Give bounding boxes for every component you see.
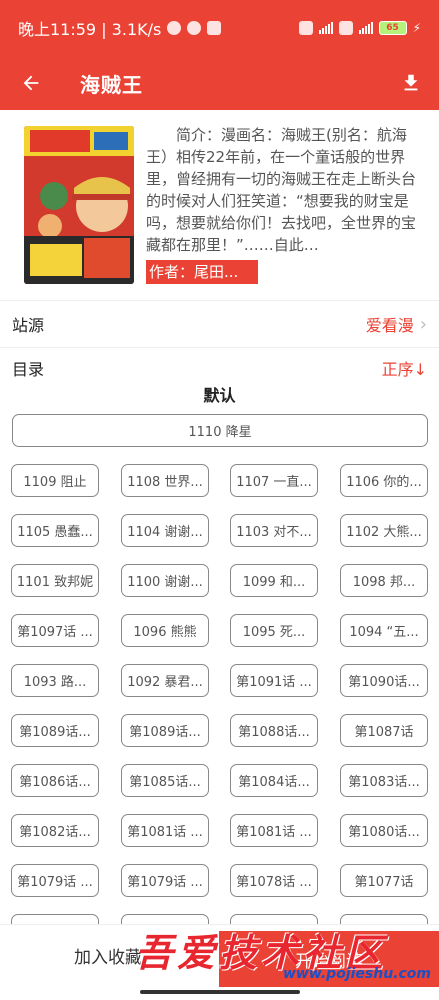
source-label: 站源 xyxy=(12,316,45,335)
bottom-bar: 加入收藏 开始阅读 xyxy=(0,924,439,1000)
source-row[interactable]: 站源 爱看漫 › xyxy=(0,300,439,348)
charging-icon: ⚡ xyxy=(412,21,421,35)
chapter-button[interactable]: 第1087话 xyxy=(340,714,428,747)
status-right: 65 ⚡ xyxy=(298,21,421,35)
chapter-button[interactable]: 1109 阻止 xyxy=(11,464,99,497)
chapter-button[interactable]: 第1091话 ... xyxy=(230,664,318,697)
penguin-icon xyxy=(187,21,202,35)
status-bar: 晚上11:59 | 3.1K/s 65 ⚡ xyxy=(0,0,439,56)
gesture-bar[interactable] xyxy=(140,990,300,994)
status-time: 晚上11:59 | 3.1K/s xyxy=(18,20,162,39)
source-name: 爱看漫 xyxy=(365,316,414,335)
chapter-button[interactable]: 第1081话 ... xyxy=(121,814,209,847)
chapter-button[interactable]: 第1076话 xyxy=(11,914,99,924)
chapter-button[interactable]: 第1079话 ... xyxy=(121,864,209,897)
chapter-button[interactable]: 第1079话 ... xyxy=(11,864,99,897)
chapter-button[interactable]: 第1078话 ... xyxy=(230,864,318,897)
chapter-button[interactable]: 1107 一直... xyxy=(230,464,318,497)
chapter-button[interactable]: 1103 对不... xyxy=(230,514,318,547)
chapter-button[interactable]: 1095 死... xyxy=(230,614,318,647)
page-title: 海贼王 xyxy=(80,72,143,97)
chapter-button[interactable]: 1108 世界... xyxy=(121,464,209,497)
battery-icon: 65 xyxy=(378,21,407,35)
download-button[interactable] xyxy=(383,56,439,110)
chapter-button[interactable]: 1098 邦... xyxy=(340,564,428,597)
app-bar: 海贼王 xyxy=(0,56,439,110)
chapter-button[interactable]: 1101 致邦妮 xyxy=(11,564,99,597)
chapter-button[interactable]: 第1083话... xyxy=(340,764,428,797)
directory-label: 目录 xyxy=(12,360,45,379)
signal-5g-icon xyxy=(318,22,333,34)
comic-cover[interactable] xyxy=(24,126,134,284)
comic-description: 简介：漫画名：海贼王(别名：航海王）相传22年前，在一个童话般的世界里，曾经拥有… xyxy=(146,126,416,254)
chapter-button[interactable]: 第1081话 ... xyxy=(230,814,318,847)
chapter-button[interactable]: 1096 熊熊 xyxy=(121,614,209,647)
chapter-button[interactable]: 第1073话 xyxy=(340,914,428,924)
add-favorite-button[interactable]: 加入收藏 xyxy=(74,943,142,968)
chapter-button[interactable]: 第1086话... xyxy=(11,764,99,797)
chapter-button[interactable]: 第1085话... xyxy=(121,764,209,797)
comic-author: 作者：尾田... xyxy=(146,260,258,284)
download-icon xyxy=(404,74,418,91)
start-reading-button[interactable]: 开始阅读 xyxy=(219,931,439,987)
arrow-left-icon xyxy=(23,75,39,91)
chapter-button[interactable]: 1092 暴君... xyxy=(121,664,209,697)
chapter-grid: 1109 阻止 1108 世界... 1107 一直... 1106 你的... 110… xyxy=(11,464,429,924)
hd-icon-2 xyxy=(338,21,353,35)
back-button[interactable] xyxy=(0,56,62,110)
chapter-button[interactable]: 第1084话... xyxy=(230,764,318,797)
chapter-button[interactable]: 第1077话 xyxy=(340,864,428,897)
chapter-button[interactable]: 1106 你的... xyxy=(340,464,428,497)
comic-info: 简介：漫画名：海贼王(别名：航海王）相传22年前，在一个童话般的世界里，曾经拥有… xyxy=(0,110,439,300)
chapter-button[interactable]: 1102 大熊... xyxy=(340,514,428,547)
latest-chapter-button[interactable]: 1110 降星 xyxy=(12,414,428,447)
status-left: 晚上11:59 | 3.1K/s xyxy=(18,16,222,40)
chapter-button[interactable]: 1093 路... xyxy=(11,664,99,697)
source-value[interactable]: 爱看漫 › xyxy=(366,312,427,336)
chapter-button[interactable]: 1104 谢谢... xyxy=(121,514,209,547)
cover-art xyxy=(24,126,134,284)
chapter-button[interactable]: 第1088话... xyxy=(230,714,318,747)
chapter-group-title: 默认 xyxy=(203,386,236,405)
chapter-button[interactable]: 第1097话 ... xyxy=(11,614,99,647)
hd-icon xyxy=(298,21,313,35)
chapter-button[interactable]: 第1089话... xyxy=(11,714,99,747)
signal-4g-icon xyxy=(358,22,373,34)
app-notify-icon xyxy=(207,21,222,35)
chapter-button[interactable]: 第1075话 xyxy=(121,914,209,924)
chevron-right-icon: › xyxy=(419,313,427,335)
chapter-button[interactable]: 1099 和... xyxy=(230,564,318,597)
chapter-button[interactable]: 1105 愚蠢... xyxy=(11,514,99,547)
chapter-button[interactable]: 第1080话... xyxy=(340,814,428,847)
chapter-button[interactable]: 第1089话... xyxy=(121,714,209,747)
mute-icon xyxy=(167,21,182,35)
chapter-button[interactable]: 第1082话... xyxy=(11,814,99,847)
chapter-button[interactable]: 第1090话... xyxy=(340,664,428,697)
chapter-button[interactable]: 1100 谢谢... xyxy=(121,564,209,597)
chapter-button[interactable]: 1094 “五... xyxy=(340,614,428,647)
sort-toggle[interactable]: 正序↓ xyxy=(382,356,427,380)
chapter-button[interactable]: 第1074话 xyxy=(230,914,318,924)
